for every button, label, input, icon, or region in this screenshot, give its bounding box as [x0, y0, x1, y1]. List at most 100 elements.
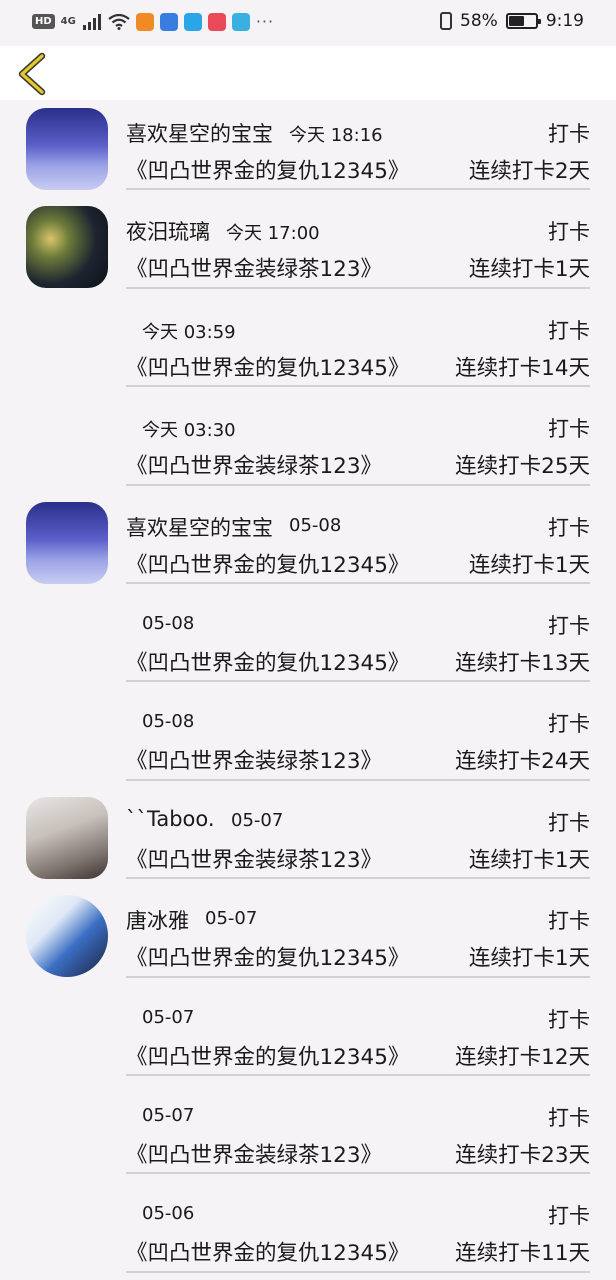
divider	[126, 188, 590, 191]
checkin-detail: 《凹凸世界金的复仇12345》 连续打卡1天	[126, 941, 590, 971]
checkin-header: 唐冰雅 05-07 打卡	[126, 905, 590, 933]
divider	[126, 286, 590, 289]
streak-count: 连续打卡12天	[455, 1044, 590, 1070]
checkin-button[interactable]: 打卡	[548, 512, 590, 542]
streak-count: 连续打卡13天	[455, 650, 590, 676]
book-title[interactable]: 《凹凸世界金的复仇12345》	[126, 941, 409, 972]
avatar[interactable]	[26, 501, 108, 584]
avatar[interactable]	[26, 895, 108, 978]
app-notification-icon	[135, 12, 154, 31]
user-name[interactable]: 喜欢星空的宝宝	[126, 512, 273, 542]
checkin-header: 05-06 打卡	[126, 1200, 590, 1228]
book-title[interactable]: 《凹凸世界金装绿茶123》	[126, 744, 382, 775]
divider	[126, 1270, 590, 1273]
checkin-time: 今天 03:59	[142, 321, 236, 343]
streak-count: 连续打卡11天	[455, 1241, 590, 1267]
divider	[126, 581, 590, 584]
checkin-detail: 《凹凸世界金的复仇12345》 连续打卡13天	[126, 646, 590, 676]
checkin-row[interactable]: 今天 03:30 打卡 《凹凸世界金装绿茶123》 连续打卡25天	[0, 395, 616, 493]
checkin-row[interactable]: 05-07 打卡《凹凸世界金的复仇12345》 连续打卡12天	[0, 986, 616, 1084]
user-name[interactable]: ``Taboo.	[126, 807, 215, 831]
checkin-row[interactable]: 喜欢星空的宝宝 05-08 打卡 《凹凸世界金的复仇12345》 连续打卡1天	[0, 494, 616, 592]
checkin-time: 05-08	[142, 711, 195, 733]
user-name[interactable]: 喜欢星空的宝宝	[126, 118, 273, 148]
checkin-time: 05-07	[142, 1006, 195, 1028]
checkin-time: 今天 17:00	[226, 223, 320, 245]
checkin-button[interactable]: 打卡	[548, 413, 590, 443]
checkin-button[interactable]: 打卡	[548, 610, 590, 640]
battery-icon	[505, 13, 541, 29]
checkin-header: ``Taboo. 05-07 打卡	[126, 807, 590, 835]
user-name[interactable]: 夜汨琉璃	[126, 216, 210, 246]
avatar[interactable]	[26, 108, 108, 190]
divider	[126, 877, 590, 880]
book-title[interactable]: 《凹凸世界金的复仇12345》	[126, 646, 409, 677]
checkin-row[interactable]: 05-08 打卡《凹凸世界金装绿茶123》 连续打卡24天	[0, 690, 616, 788]
book-title[interactable]: 《凹凸世界金装绿茶123》	[126, 1138, 382, 1169]
book-title[interactable]: 《凹凸世界金的复仇12345》	[126, 154, 409, 185]
app-notification-icon	[231, 12, 250, 31]
app-notification-icon	[207, 12, 226, 31]
checkin-header: 喜欢星空的宝宝 今天 18:16 打卡	[126, 118, 590, 146]
checkin-time: 05-07	[231, 809, 284, 831]
user-name[interactable]: 唐冰雅	[126, 905, 189, 935]
checkin-detail: 《凹凸世界金的复仇12345》 连续打卡1天	[126, 548, 590, 578]
checkin-row[interactable]: 夜汨琉璃 今天 17:00 打卡《凹凸世界金装绿茶123》 连续打卡1天	[0, 198, 616, 296]
checkin-header: 喜欢星空的宝宝 05-08 打卡	[126, 512, 590, 540]
vibrate-icon	[440, 12, 453, 30]
app-notification-icon	[183, 12, 202, 31]
checkin-time: 今天 18:16	[289, 125, 383, 146]
book-title[interactable]: 《凹凸世界金的复仇12345》	[126, 1040, 409, 1071]
network-type: 4G	[60, 16, 76, 27]
clock: 9:19	[545, 11, 584, 31]
checkin-button[interactable]: 打卡	[548, 216, 590, 246]
checkin-row[interactable]: 今天 03:59 打卡《凹凸世界金的复仇12345》 连续打卡14天	[0, 297, 616, 395]
checkin-row[interactable]: 喜欢星空的宝宝 今天 18:16 打卡 《凹凸世界金的复仇12345》 连续打卡2天	[0, 100, 616, 198]
streak-count: 连续打卡23天	[455, 1142, 590, 1168]
divider	[126, 680, 590, 683]
checkin-button[interactable]: 打卡	[548, 905, 590, 935]
avatar[interactable]	[26, 796, 108, 879]
checkin-detail: 《凹凸世界金装绿茶123》 连续打卡24天	[126, 744, 590, 774]
streak-count: 连续打卡1天	[468, 257, 590, 283]
checkin-button[interactable]: 打卡	[548, 315, 590, 345]
nav-bar	[0, 46, 616, 100]
divider	[126, 1172, 590, 1175]
checkin-time: 05-06	[142, 1203, 195, 1225]
checkin-row[interactable]: 05-08 打卡《凹凸世界金的复仇12345》 连续打卡13天	[0, 592, 616, 690]
checkin-button[interactable]: 打卡	[548, 708, 590, 738]
book-title[interactable]: 《凹凸世界金的复仇12345》	[126, 548, 409, 579]
status-left: HD 4G ···	[32, 12, 274, 31]
checkin-header: 今天 03:59 打卡	[126, 315, 590, 343]
checkin-time: 05-08	[142, 612, 195, 634]
checkin-row[interactable]: 唐冰雅 05-07 打卡《凹凸世界金的复仇12345》 连续打卡1天	[0, 887, 616, 985]
app-notification-icon	[159, 12, 178, 31]
checkin-row[interactable]: ``Taboo. 05-07 打卡《凹凸世界金装绿茶123》 连续打卡1天	[0, 789, 616, 887]
checkin-time: 05-07	[205, 908, 258, 930]
checkin-list: 喜欢星空的宝宝 今天 18:16 打卡 《凹凸世界金的复仇12345》 连续打卡2天 夜汨…	[0, 100, 616, 1280]
battery-fill	[508, 16, 524, 26]
book-title[interactable]: 《凹凸世界金装绿茶123》	[126, 843, 382, 874]
status-bar: HD 4G ··· 58% 9:19	[0, 0, 616, 46]
checkin-button[interactable]: 打卡	[548, 1102, 590, 1132]
avatar[interactable]	[26, 206, 108, 289]
chevron-left-icon	[18, 52, 46, 96]
status-right: 58% 9:19	[440, 11, 584, 31]
checkin-row[interactable]: 05-07 打卡 《凹凸世界金装绿茶123》 连续打卡23天	[0, 1084, 616, 1182]
checkin-detail: 《凹凸世界金的复仇12345》 连续打卡12天	[126, 1040, 590, 1070]
checkin-header: 夜汨琉璃 今天 17:00 打卡	[126, 216, 590, 244]
back-button[interactable]	[12, 52, 56, 96]
divider	[126, 778, 590, 781]
checkin-header: 05-07 打卡	[126, 1102, 590, 1130]
checkin-button[interactable]: 打卡	[548, 807, 590, 837]
checkin-button[interactable]: 打卡	[548, 1004, 590, 1034]
book-title[interactable]: 《凹凸世界金装绿茶123》	[126, 449, 382, 480]
checkin-row[interactable]: 05-06 打卡《凹凸世界金的复仇12345》 连续打卡11天	[0, 1182, 616, 1280]
book-title[interactable]: 《凹凸世界金的复仇12345》	[126, 1236, 409, 1267]
book-title[interactable]: 《凹凸世界金的复仇12345》	[126, 351, 409, 382]
checkin-button[interactable]: 打卡	[548, 1200, 590, 1230]
checkin-button[interactable]: 打卡	[548, 118, 590, 148]
checkin-detail: 《凹凸世界金装绿茶123》 连续打卡1天	[126, 843, 590, 873]
book-title[interactable]: 《凹凸世界金装绿茶123》	[126, 252, 382, 283]
streak-count: 连续打卡14天	[455, 355, 590, 381]
